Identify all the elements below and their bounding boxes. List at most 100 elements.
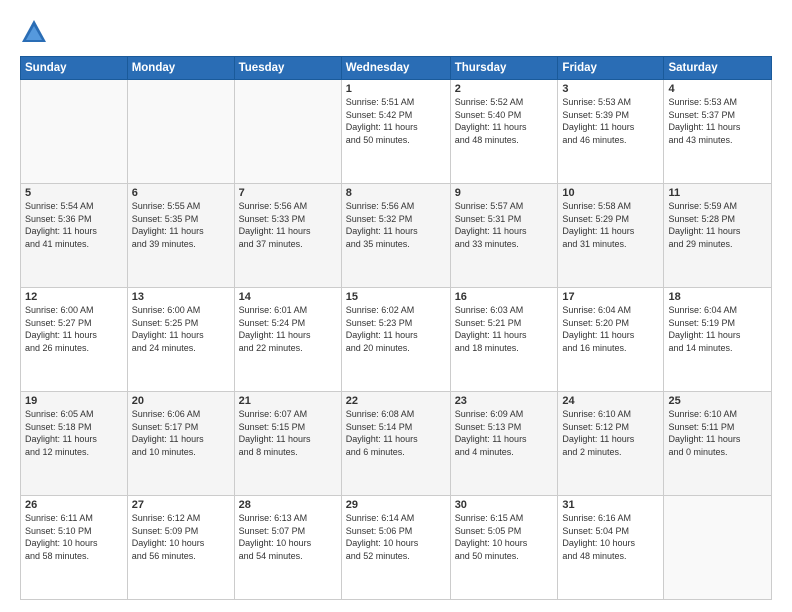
day-number: 27 xyxy=(132,499,230,511)
day-number: 13 xyxy=(132,291,230,303)
logo-icon xyxy=(20,18,48,46)
day-info: Sunrise: 6:09 AM Sunset: 5:13 PM Dayligh… xyxy=(455,408,554,458)
day-number: 14 xyxy=(239,291,337,303)
day-info: Sunrise: 6:10 AM Sunset: 5:11 PM Dayligh… xyxy=(668,408,767,458)
day-number: 23 xyxy=(455,395,554,407)
calendar-cell: 17Sunrise: 6:04 AM Sunset: 5:20 PM Dayli… xyxy=(558,288,664,392)
calendar-cell: 1Sunrise: 5:51 AM Sunset: 5:42 PM Daylig… xyxy=(341,80,450,184)
day-number: 1 xyxy=(346,83,446,95)
day-info: Sunrise: 6:12 AM Sunset: 5:09 PM Dayligh… xyxy=(132,512,230,562)
day-number: 26 xyxy=(25,499,123,511)
calendar-cell: 10Sunrise: 5:58 AM Sunset: 5:29 PM Dayli… xyxy=(558,184,664,288)
day-info: Sunrise: 5:56 AM Sunset: 5:32 PM Dayligh… xyxy=(346,200,446,250)
header-row: SundayMondayTuesdayWednesdayThursdayFrid… xyxy=(21,57,772,80)
week-row: 5Sunrise: 5:54 AM Sunset: 5:36 PM Daylig… xyxy=(21,184,772,288)
calendar-cell: 26Sunrise: 6:11 AM Sunset: 5:10 PM Dayli… xyxy=(21,496,128,600)
calendar-cell: 9Sunrise: 5:57 AM Sunset: 5:31 PM Daylig… xyxy=(450,184,558,288)
day-info: Sunrise: 5:52 AM Sunset: 5:40 PM Dayligh… xyxy=(455,96,554,146)
calendar-body: 1Sunrise: 5:51 AM Sunset: 5:42 PM Daylig… xyxy=(21,80,772,600)
day-info: Sunrise: 6:07 AM Sunset: 5:15 PM Dayligh… xyxy=(239,408,337,458)
calendar-cell xyxy=(664,496,772,600)
day-info: Sunrise: 6:04 AM Sunset: 5:20 PM Dayligh… xyxy=(562,304,659,354)
day-info: Sunrise: 6:00 AM Sunset: 5:25 PM Dayligh… xyxy=(132,304,230,354)
page: SundayMondayTuesdayWednesdayThursdayFrid… xyxy=(0,0,792,612)
week-row: 19Sunrise: 6:05 AM Sunset: 5:18 PM Dayli… xyxy=(21,392,772,496)
day-info: Sunrise: 6:01 AM Sunset: 5:24 PM Dayligh… xyxy=(239,304,337,354)
calendar-cell: 3Sunrise: 5:53 AM Sunset: 5:39 PM Daylig… xyxy=(558,80,664,184)
day-info: Sunrise: 6:13 AM Sunset: 5:07 PM Dayligh… xyxy=(239,512,337,562)
header xyxy=(20,18,772,46)
calendar-cell: 5Sunrise: 5:54 AM Sunset: 5:36 PM Daylig… xyxy=(21,184,128,288)
day-number: 17 xyxy=(562,291,659,303)
day-info: Sunrise: 5:53 AM Sunset: 5:39 PM Dayligh… xyxy=(562,96,659,146)
calendar: SundayMondayTuesdayWednesdayThursdayFrid… xyxy=(20,56,772,600)
day-info: Sunrise: 5:57 AM Sunset: 5:31 PM Dayligh… xyxy=(455,200,554,250)
calendar-cell: 25Sunrise: 6:10 AM Sunset: 5:11 PM Dayli… xyxy=(664,392,772,496)
day-info: Sunrise: 5:53 AM Sunset: 5:37 PM Dayligh… xyxy=(668,96,767,146)
calendar-cell: 14Sunrise: 6:01 AM Sunset: 5:24 PM Dayli… xyxy=(234,288,341,392)
header-cell-sunday: Sunday xyxy=(21,57,128,80)
day-number: 21 xyxy=(239,395,337,407)
day-number: 22 xyxy=(346,395,446,407)
day-info: Sunrise: 5:56 AM Sunset: 5:33 PM Dayligh… xyxy=(239,200,337,250)
day-number: 19 xyxy=(25,395,123,407)
calendar-cell: 16Sunrise: 6:03 AM Sunset: 5:21 PM Dayli… xyxy=(450,288,558,392)
calendar-cell: 4Sunrise: 5:53 AM Sunset: 5:37 PM Daylig… xyxy=(664,80,772,184)
day-number: 7 xyxy=(239,187,337,199)
day-info: Sunrise: 6:02 AM Sunset: 5:23 PM Dayligh… xyxy=(346,304,446,354)
day-info: Sunrise: 6:06 AM Sunset: 5:17 PM Dayligh… xyxy=(132,408,230,458)
day-info: Sunrise: 6:11 AM Sunset: 5:10 PM Dayligh… xyxy=(25,512,123,562)
day-info: Sunrise: 6:04 AM Sunset: 5:19 PM Dayligh… xyxy=(668,304,767,354)
logo xyxy=(20,18,52,46)
day-info: Sunrise: 6:15 AM Sunset: 5:05 PM Dayligh… xyxy=(455,512,554,562)
day-info: Sunrise: 5:58 AM Sunset: 5:29 PM Dayligh… xyxy=(562,200,659,250)
header-cell-thursday: Thursday xyxy=(450,57,558,80)
calendar-cell: 7Sunrise: 5:56 AM Sunset: 5:33 PM Daylig… xyxy=(234,184,341,288)
day-number: 4 xyxy=(668,83,767,95)
week-row: 12Sunrise: 6:00 AM Sunset: 5:27 PM Dayli… xyxy=(21,288,772,392)
day-number: 25 xyxy=(668,395,767,407)
calendar-cell xyxy=(127,80,234,184)
calendar-cell xyxy=(234,80,341,184)
day-number: 20 xyxy=(132,395,230,407)
header-cell-tuesday: Tuesday xyxy=(234,57,341,80)
header-cell-wednesday: Wednesday xyxy=(341,57,450,80)
day-number: 5 xyxy=(25,187,123,199)
day-number: 31 xyxy=(562,499,659,511)
calendar-cell: 31Sunrise: 6:16 AM Sunset: 5:04 PM Dayli… xyxy=(558,496,664,600)
day-number: 12 xyxy=(25,291,123,303)
calendar-cell: 12Sunrise: 6:00 AM Sunset: 5:27 PM Dayli… xyxy=(21,288,128,392)
calendar-cell: 6Sunrise: 5:55 AM Sunset: 5:35 PM Daylig… xyxy=(127,184,234,288)
day-number: 29 xyxy=(346,499,446,511)
calendar-cell: 23Sunrise: 6:09 AM Sunset: 5:13 PM Dayli… xyxy=(450,392,558,496)
calendar-cell: 30Sunrise: 6:15 AM Sunset: 5:05 PM Dayli… xyxy=(450,496,558,600)
calendar-cell: 29Sunrise: 6:14 AM Sunset: 5:06 PM Dayli… xyxy=(341,496,450,600)
day-info: Sunrise: 6:16 AM Sunset: 5:04 PM Dayligh… xyxy=(562,512,659,562)
day-info: Sunrise: 6:03 AM Sunset: 5:21 PM Dayligh… xyxy=(455,304,554,354)
calendar-cell: 8Sunrise: 5:56 AM Sunset: 5:32 PM Daylig… xyxy=(341,184,450,288)
day-number: 6 xyxy=(132,187,230,199)
day-number: 11 xyxy=(668,187,767,199)
calendar-cell: 20Sunrise: 6:06 AM Sunset: 5:17 PM Dayli… xyxy=(127,392,234,496)
calendar-cell: 28Sunrise: 6:13 AM Sunset: 5:07 PM Dayli… xyxy=(234,496,341,600)
day-number: 18 xyxy=(668,291,767,303)
day-info: Sunrise: 6:05 AM Sunset: 5:18 PM Dayligh… xyxy=(25,408,123,458)
day-number: 10 xyxy=(562,187,659,199)
day-info: Sunrise: 6:08 AM Sunset: 5:14 PM Dayligh… xyxy=(346,408,446,458)
week-row: 1Sunrise: 5:51 AM Sunset: 5:42 PM Daylig… xyxy=(21,80,772,184)
week-row: 26Sunrise: 6:11 AM Sunset: 5:10 PM Dayli… xyxy=(21,496,772,600)
calendar-cell: 24Sunrise: 6:10 AM Sunset: 5:12 PM Dayli… xyxy=(558,392,664,496)
calendar-cell: 11Sunrise: 5:59 AM Sunset: 5:28 PM Dayli… xyxy=(664,184,772,288)
calendar-cell: 22Sunrise: 6:08 AM Sunset: 5:14 PM Dayli… xyxy=(341,392,450,496)
day-info: Sunrise: 5:54 AM Sunset: 5:36 PM Dayligh… xyxy=(25,200,123,250)
calendar-cell xyxy=(21,80,128,184)
day-number: 3 xyxy=(562,83,659,95)
day-info: Sunrise: 6:14 AM Sunset: 5:06 PM Dayligh… xyxy=(346,512,446,562)
day-number: 9 xyxy=(455,187,554,199)
day-info: Sunrise: 5:59 AM Sunset: 5:28 PM Dayligh… xyxy=(668,200,767,250)
calendar-header: SundayMondayTuesdayWednesdayThursdayFrid… xyxy=(21,57,772,80)
day-number: 2 xyxy=(455,83,554,95)
calendar-cell: 19Sunrise: 6:05 AM Sunset: 5:18 PM Dayli… xyxy=(21,392,128,496)
header-cell-friday: Friday xyxy=(558,57,664,80)
calendar-cell: 27Sunrise: 6:12 AM Sunset: 5:09 PM Dayli… xyxy=(127,496,234,600)
